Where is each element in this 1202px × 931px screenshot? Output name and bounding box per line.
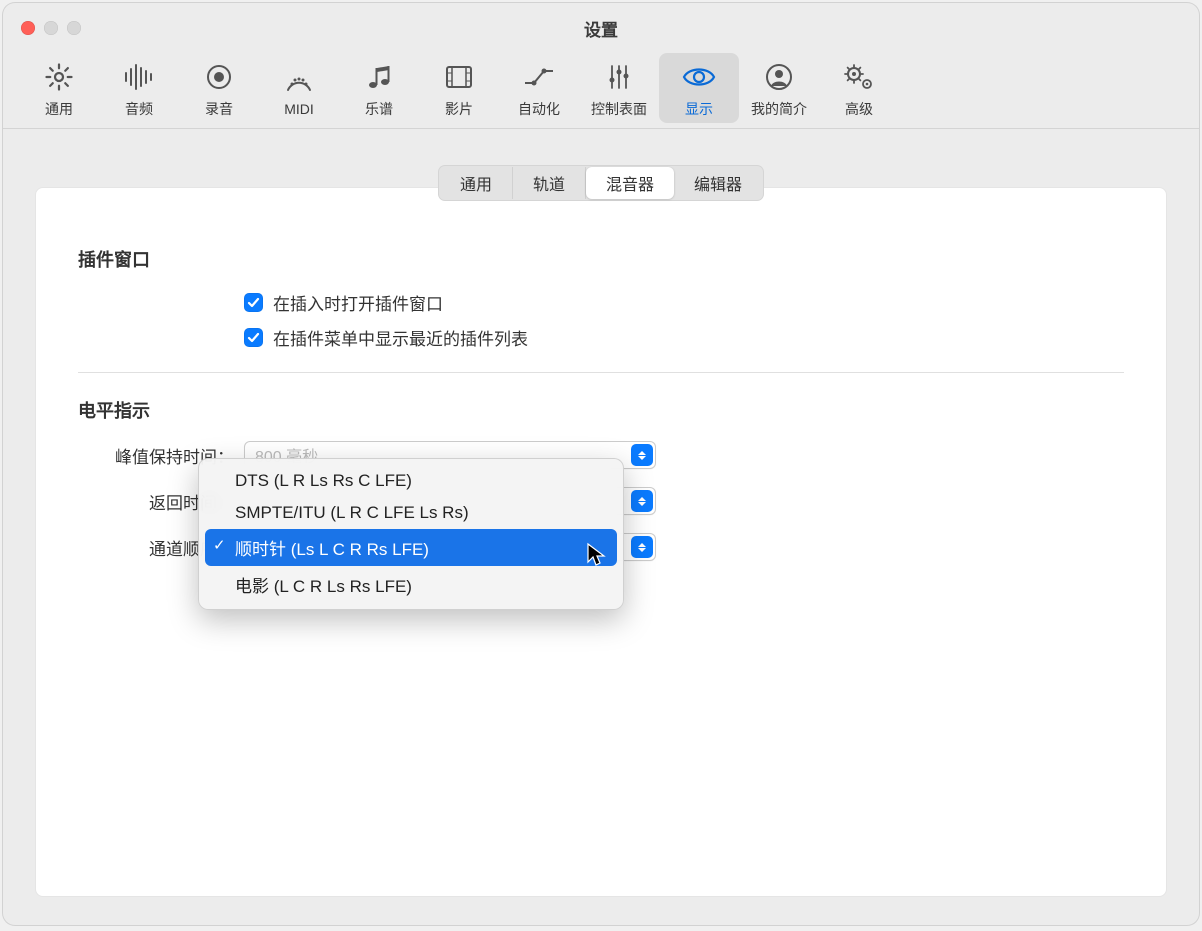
music-notes-icon <box>364 59 394 95</box>
menu-item-label: SMPTE/ITU (L R C LFE Ls Rs) <box>235 503 469 522</box>
toolbar-label: 显示 <box>685 99 713 119</box>
menu-item-film[interactable]: 电影 (L C R Ls Rs LFE) <box>205 566 617 603</box>
menu-item-dts[interactable]: DTS (L R Ls Rs C LFE) <box>205 465 617 497</box>
toolbar-tab-movie[interactable]: 影片 <box>419 53 499 123</box>
toolbar-tab-advanced[interactable]: 高级 <box>819 53 899 123</box>
toolbar-tab-automation[interactable]: 自动化 <box>499 53 579 123</box>
toolbar-label: 通用 <box>45 99 73 119</box>
menu-item-label: 电影 (L C R Ls Rs LFE) <box>235 577 412 596</box>
user-icon <box>764 59 794 95</box>
subtab-editor[interactable]: 编辑器 <box>674 167 762 199</box>
menu-item-label: 顺时针 (Ls L C R Rs LFE) <box>235 540 429 559</box>
checkbox-checked-icon[interactable] <box>244 328 263 347</box>
subtab-tracks[interactable]: 轨道 <box>513 167 586 199</box>
toolbar-label: 乐谱 <box>365 99 393 119</box>
section-title-level-meter: 电平指示 <box>78 397 1124 423</box>
automation-icon <box>522 59 556 95</box>
mixer-settings-panel: 插件窗口 在插入时打开插件窗口 在插件菜单中显示最近的插件列表 电平指示 峰值保… <box>35 187 1167 897</box>
toolbar-tab-display[interactable]: 显示 <box>659 53 739 123</box>
stepper-icon <box>631 536 653 558</box>
toolbar-tab-my-info[interactable]: 我的简介 <box>739 53 819 123</box>
toolbar-tab-general[interactable]: 通用 <box>19 53 99 123</box>
subtab-mixer[interactable]: 混音器 <box>586 167 674 199</box>
checkbox-row-open-on-insert[interactable]: 在插入时打开插件窗口 <box>244 290 1124 315</box>
window-controls <box>21 21 81 35</box>
toolbar-label: MIDI <box>284 101 314 117</box>
toolbar-label: 自动化 <box>518 99 560 119</box>
toolbar-label: 我的简介 <box>751 99 807 119</box>
subtab-general[interactable]: 通用 <box>440 167 513 199</box>
film-icon <box>444 59 474 95</box>
toolbar-tab-control-surfaces[interactable]: 控制表面 <box>579 53 659 123</box>
settings-window: 设置 通用 音频 录音 MIDI <box>3 3 1199 925</box>
close-window-button[interactable] <box>21 21 35 35</box>
checkbox-row-show-recent[interactable]: 在插件菜单中显示最近的插件列表 <box>244 325 1124 350</box>
eye-icon <box>681 59 717 95</box>
subtabs: 通用 轨道 混音器 编辑器 <box>35 165 1167 201</box>
toolbar-tab-audio[interactable]: 音频 <box>99 53 179 123</box>
channel-order-dropdown: DTS (L R Ls Rs C LFE) SMPTE/ITU (L R C L… <box>198 458 624 610</box>
toolbar-label: 高级 <box>845 99 873 119</box>
stepper-icon <box>631 490 653 512</box>
checkbox-checked-icon[interactable] <box>244 293 263 312</box>
toolbar-label: 录音 <box>205 99 233 119</box>
toolbar-label: 影片 <box>445 99 473 119</box>
menu-item-label: DTS (L R Ls Rs C LFE) <box>235 471 412 490</box>
window-title: 设置 <box>3 16 1199 41</box>
preferences-toolbar: 通用 音频 录音 MIDI 乐谱 <box>3 53 1199 129</box>
midi-icon <box>284 61 314 97</box>
checkmark-icon: ✓ <box>213 536 226 554</box>
checkbox-label: 在插件菜单中显示最近的插件列表 <box>273 325 528 350</box>
gear-icon <box>44 59 74 95</box>
zoom-window-button[interactable] <box>67 21 81 35</box>
preferences-content: 通用 轨道 混音器 编辑器 插件窗口 在插入时打开插件窗口 在插件菜单中显示最近… <box>3 129 1199 925</box>
toolbar-tab-midi[interactable]: MIDI <box>259 55 339 121</box>
toolbar-tab-recording[interactable]: 录音 <box>179 53 259 123</box>
record-icon <box>205 59 233 95</box>
gears-icon <box>842 59 876 95</box>
menu-item-clockwise[interactable]: ✓ 顺时针 (Ls L C R Rs LFE) <box>205 529 617 566</box>
sliders-icon <box>604 59 634 95</box>
titlebar: 设置 <box>3 3 1199 53</box>
menu-item-smpte[interactable]: SMPTE/ITU (L R C LFE Ls Rs) <box>205 497 617 529</box>
toolbar-tab-score[interactable]: 乐谱 <box>339 53 419 123</box>
minimize-window-button[interactable] <box>44 21 58 35</box>
toolbar-label: 控制表面 <box>591 99 647 119</box>
toolbar-label: 音频 <box>125 99 153 119</box>
section-divider <box>78 372 1124 373</box>
waveform-icon <box>122 59 156 95</box>
stepper-icon <box>631 444 653 466</box>
section-title-plugin-window: 插件窗口 <box>78 246 1124 272</box>
checkbox-label: 在插入时打开插件窗口 <box>273 290 443 315</box>
